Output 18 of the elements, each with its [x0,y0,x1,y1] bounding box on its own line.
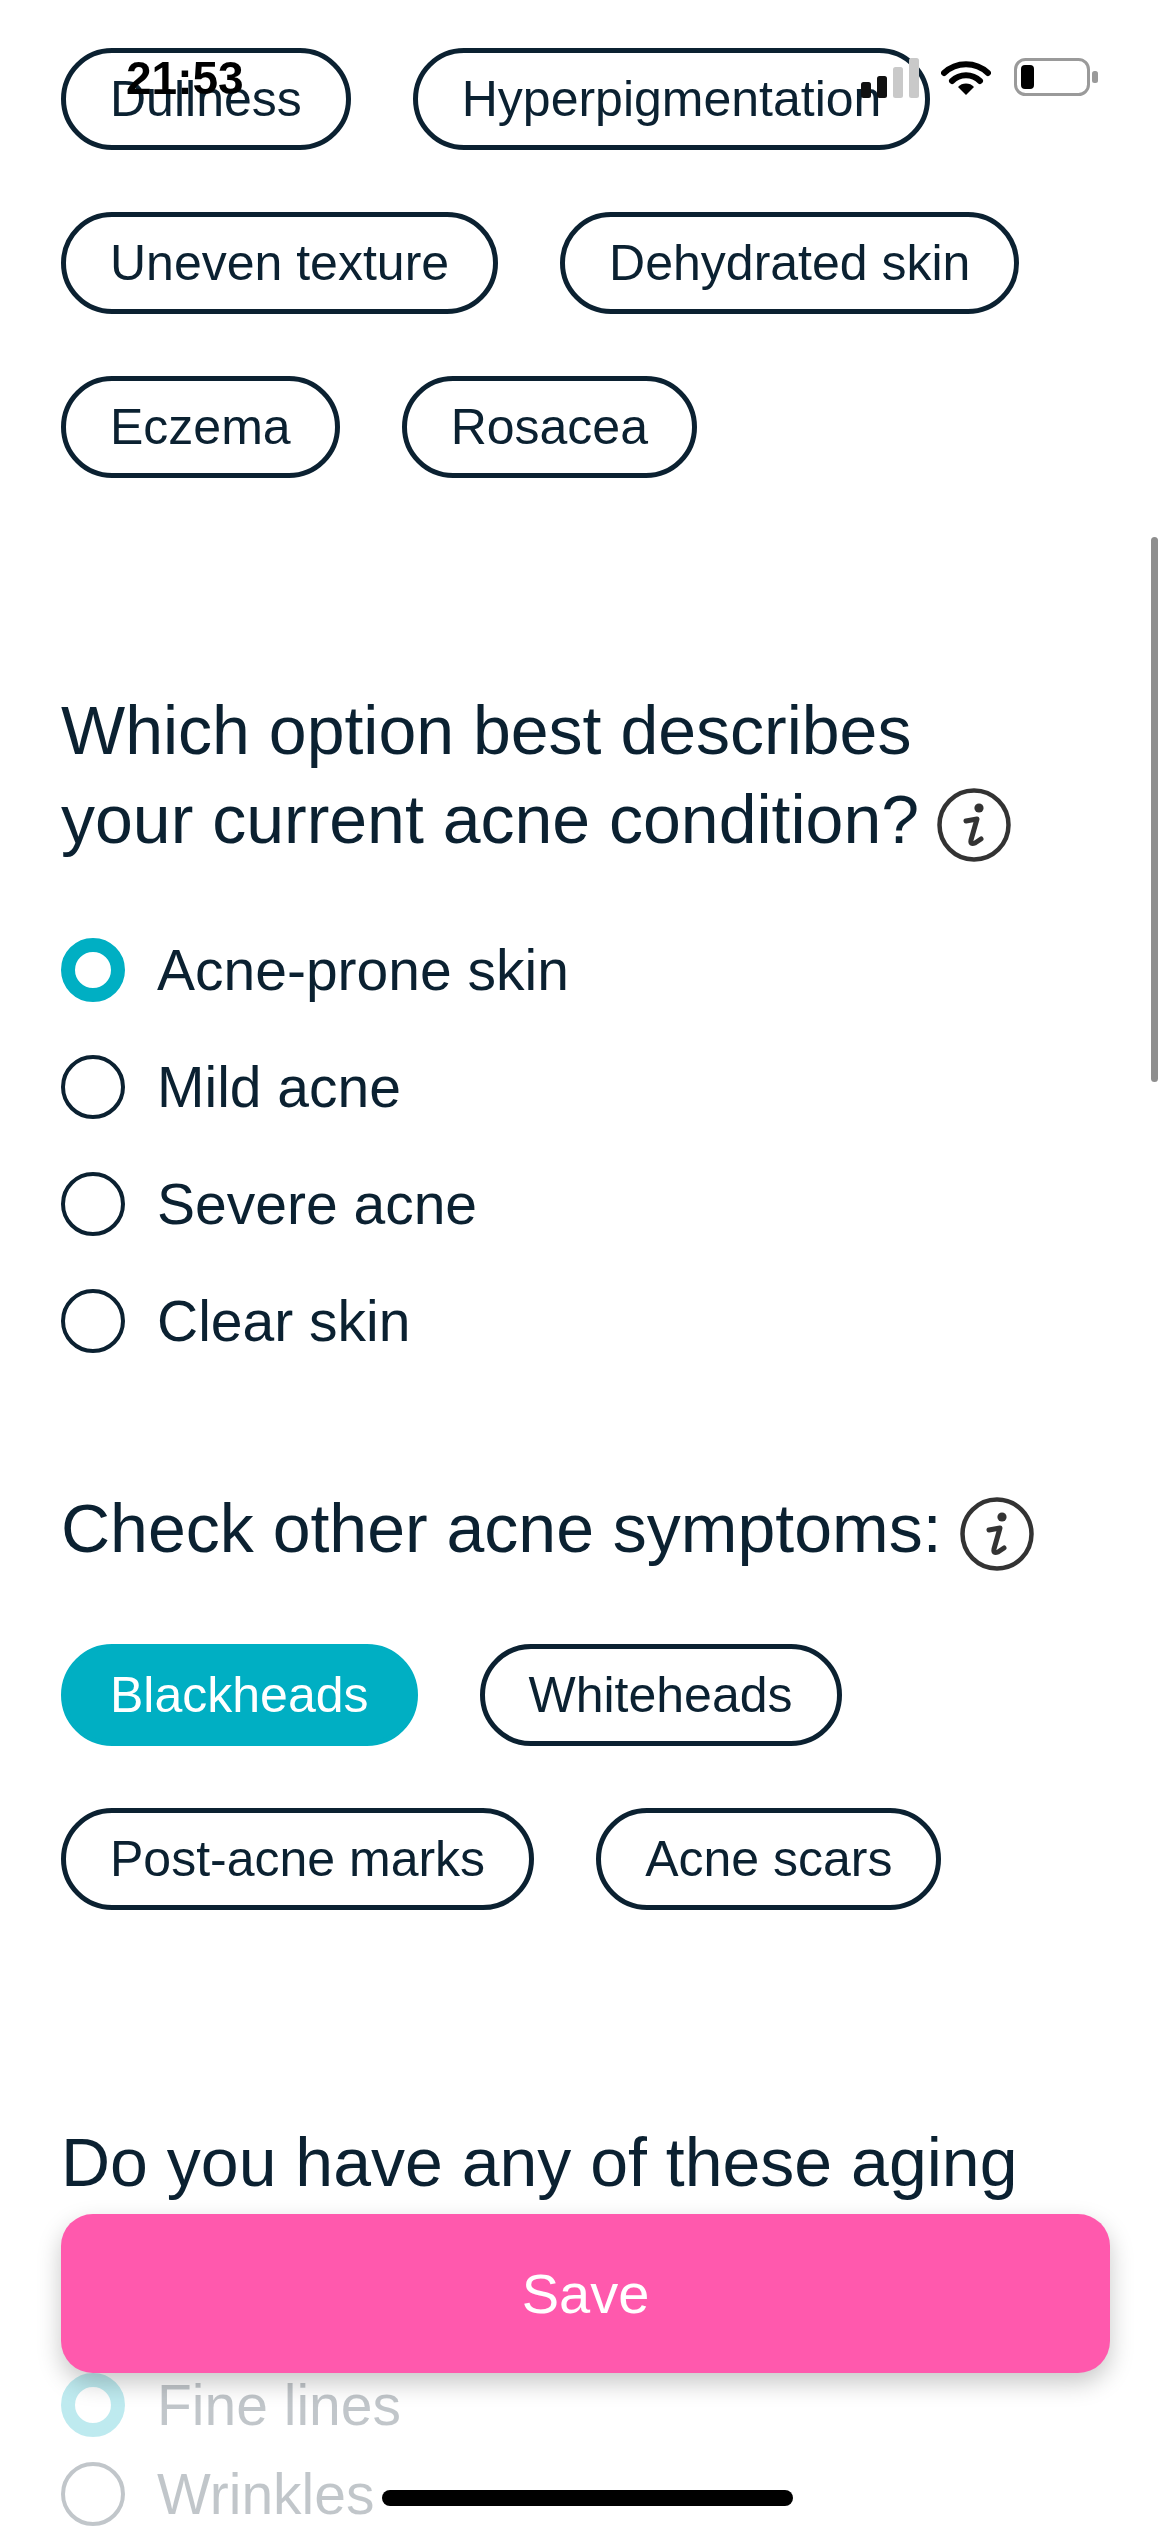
filter-chip[interactable]: Acne scars [596,1808,942,1910]
info-icon[interactable] [959,1497,1034,1572]
battery-icon [1014,58,1098,96]
option-label[interactable]: Mild acne [157,1057,401,1116]
wifi-icon [941,60,991,96]
info-icon[interactable] [937,788,1012,863]
filter-chip[interactable]: Dehydrated skin [560,212,1020,314]
filter-chip[interactable]: Whiteheads [479,1644,842,1746]
filter-chip[interactable]: Hyperpigmentation [412,48,931,150]
question-title: Which option best describes your current acne condition? [61,692,920,857]
filter-chip[interactable]: Uneven texture [61,212,499,314]
filter-chip[interactable]: Eczema [61,376,340,478]
question-title: Check other acne symptoms: [61,1490,942,1566]
filter-chip[interactable]: Post-acne marks [61,1808,535,1910]
option-label[interactable]: Severe acne [157,1174,478,1233]
option-label[interactable]: Clear skin [157,1291,411,1350]
filter-chip[interactable]: Rosacea [401,376,697,478]
question-title: Do you have any of these aging [61,2124,1018,2200]
